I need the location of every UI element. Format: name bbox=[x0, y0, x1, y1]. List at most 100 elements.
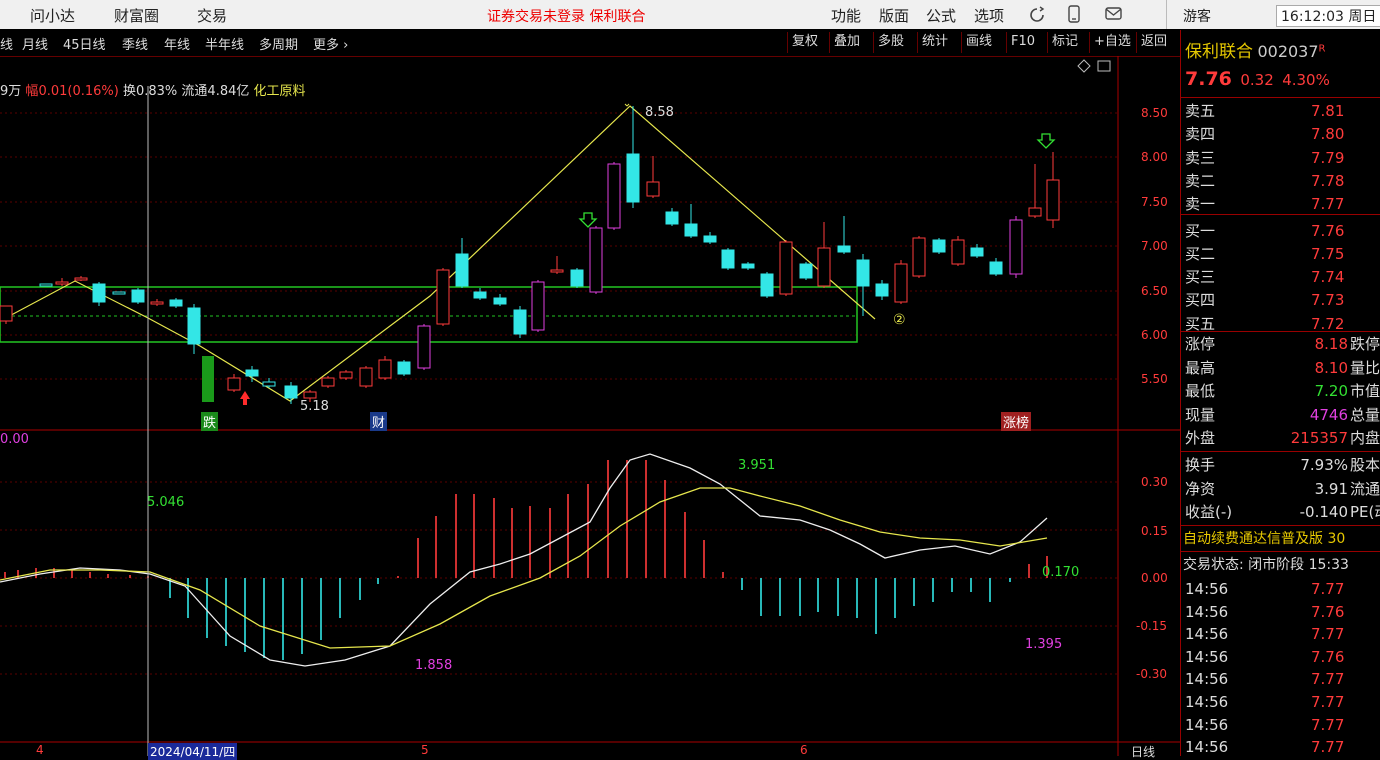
candle bbox=[799, 262, 813, 280]
tick-row: 14:56 7.77 bbox=[1185, 578, 1380, 600]
menu-trade[interactable]: 交易 bbox=[197, 5, 227, 26]
btn-back[interactable]: 返回 bbox=[1136, 32, 1171, 53]
tick-time: 14:56 bbox=[1185, 647, 1229, 666]
btn-stats[interactable]: 统计 bbox=[917, 32, 952, 53]
order-label: 买五 bbox=[1185, 314, 1216, 333]
candle bbox=[856, 254, 870, 316]
tick-price: 7.77 bbox=[1311, 715, 1345, 734]
stat-label: 外盘 bbox=[1185, 429, 1216, 448]
order-label: 卖二 bbox=[1185, 171, 1216, 190]
order-book-row[interactable]: 卖五 7.81 bbox=[1185, 100, 1380, 122]
date-month-5: 5 bbox=[421, 743, 429, 757]
btn-overlay[interactable]: 叠加 bbox=[829, 32, 864, 53]
candle bbox=[550, 256, 564, 274]
btn-f10[interactable]: F10 bbox=[1006, 32, 1039, 53]
menu-function[interactable]: 功能 bbox=[831, 5, 861, 26]
macd-label-e: 1.395 bbox=[1025, 637, 1063, 652]
menu-wenxiaoda[interactable]: 问小达 bbox=[30, 5, 75, 26]
down-arrow-icon-2 bbox=[1036, 133, 1056, 149]
order-label: 买一 bbox=[1185, 221, 1216, 240]
macd-panel bbox=[0, 453, 1048, 667]
tick-price: 7.77 bbox=[1311, 580, 1345, 598]
btn-mark[interactable]: 标记 bbox=[1047, 32, 1082, 53]
info-amp-label: 幅 bbox=[25, 84, 39, 99]
tick-time: 14:56 bbox=[1185, 715, 1229, 734]
tab-period-line[interactable]: 线 bbox=[0, 34, 13, 53]
stat-extra: 内盘 bbox=[1350, 429, 1380, 448]
order-book-row[interactable]: 买四 7.73 bbox=[1185, 289, 1380, 311]
circle-number-label: ② bbox=[893, 312, 906, 328]
candle bbox=[321, 376, 335, 388]
candle bbox=[378, 356, 392, 380]
kline-chart[interactable] bbox=[0, 56, 1180, 756]
menu-caifuquan[interactable]: 财富圈 bbox=[114, 5, 159, 26]
order-book-row[interactable]: 卖一 7.77 bbox=[1185, 193, 1380, 215]
candle bbox=[1028, 164, 1042, 218]
menu-formula[interactable]: 公式 bbox=[926, 5, 956, 26]
candle bbox=[92, 282, 106, 306]
refresh-icon[interactable] bbox=[1028, 6, 1046, 24]
order-book-row[interactable]: 卖三 7.79 bbox=[1185, 147, 1380, 169]
btn-adjust[interactable]: 复权 bbox=[787, 32, 822, 53]
macd-label-b: 3.951 bbox=[738, 458, 776, 473]
tick-time: 14:56 bbox=[1185, 670, 1229, 689]
grid-lines bbox=[0, 112, 1118, 675]
candle bbox=[570, 268, 584, 288]
chart-info-line: 9万 幅0.01(0.16%) 换0.83% 流通4.84亿 化工原料 bbox=[0, 80, 306, 99]
macd-dif-line bbox=[0, 453, 1048, 667]
candle bbox=[1046, 152, 1060, 228]
order-label: 卖三 bbox=[1185, 148, 1216, 167]
fall-bar bbox=[202, 356, 214, 402]
trade-status: 交易状态: 闭市阶段 15:33 bbox=[1183, 557, 1349, 573]
order-book-row[interactable]: 卖二 7.78 bbox=[1185, 170, 1380, 192]
fundamental-row: 收益(-) -0.140PE(动 bbox=[1185, 501, 1380, 523]
tick-row: 14:56 7.77 bbox=[1185, 736, 1380, 758]
candle bbox=[74, 276, 88, 281]
order-price: 7.73 bbox=[1311, 291, 1345, 310]
down-arrow-icon bbox=[578, 212, 598, 228]
order-book-row[interactable]: 买一 7.76 bbox=[1185, 220, 1380, 242]
stat-value: 4746 bbox=[1309, 405, 1348, 424]
order-book-row[interactable]: 买三 7.74 bbox=[1185, 266, 1380, 288]
tab-halfyear[interactable]: 半年线 bbox=[205, 34, 244, 53]
tab-multiperiod[interactable]: 多周期 bbox=[259, 34, 298, 53]
candle bbox=[894, 260, 908, 304]
order-book-row[interactable]: 买二 7.75 bbox=[1185, 243, 1380, 265]
tab-year[interactable]: 年线 bbox=[164, 34, 190, 53]
candle bbox=[397, 360, 411, 376]
user-label[interactable]: 游客 bbox=[1183, 6, 1211, 26]
order-label: 卖一 bbox=[1185, 195, 1216, 214]
phone-icon[interactable] bbox=[1066, 5, 1082, 24]
candle bbox=[436, 268, 450, 326]
fall-tag: 跌 bbox=[201, 412, 219, 431]
stock-badge: R bbox=[1318, 43, 1326, 55]
tab-more[interactable]: 更多 › bbox=[313, 34, 348, 53]
period-corner-label[interactable]: 日线 bbox=[1131, 743, 1155, 760]
candle bbox=[665, 208, 679, 226]
macd-tick: 0.15 bbox=[1141, 524, 1168, 538]
menu-layout[interactable]: 版面 bbox=[879, 5, 909, 26]
stat-label: 现量 bbox=[1185, 405, 1216, 424]
ad-banner[interactable]: 自动续费通达信普及版 30 bbox=[1183, 528, 1345, 548]
panel-frames bbox=[0, 56, 1180, 756]
cursor-date: 2024/04/11/四 bbox=[148, 743, 238, 760]
candle bbox=[607, 162, 621, 230]
btn-draw[interactable]: 画线 bbox=[961, 32, 996, 53]
tab-45day[interactable]: 45日线 bbox=[63, 34, 106, 53]
info-industry: 化工原料 bbox=[253, 84, 306, 99]
btn-add-watch[interactable]: +自选 bbox=[1089, 32, 1135, 53]
date-month-6: 6 bbox=[800, 743, 808, 757]
candle bbox=[817, 222, 831, 288]
menu-options[interactable]: 选项 bbox=[974, 5, 1004, 26]
order-book-row[interactable]: 卖四 7.80 bbox=[1185, 123, 1380, 145]
tab-month[interactable]: 月线 bbox=[22, 34, 48, 53]
candle bbox=[837, 216, 851, 254]
btn-multistock[interactable]: 多股 bbox=[873, 32, 908, 53]
login-notice[interactable]: 证券交易未登录 保利联合 bbox=[487, 6, 645, 26]
clock: 16:12:03 周日 bbox=[1276, 5, 1380, 27]
stat-value: 215357 bbox=[1290, 429, 1348, 448]
tab-quarter[interactable]: 季线 bbox=[122, 34, 148, 53]
price-tick: 6.00 bbox=[1141, 328, 1168, 342]
message-icon[interactable] bbox=[1104, 6, 1124, 22]
candle bbox=[703, 232, 717, 244]
